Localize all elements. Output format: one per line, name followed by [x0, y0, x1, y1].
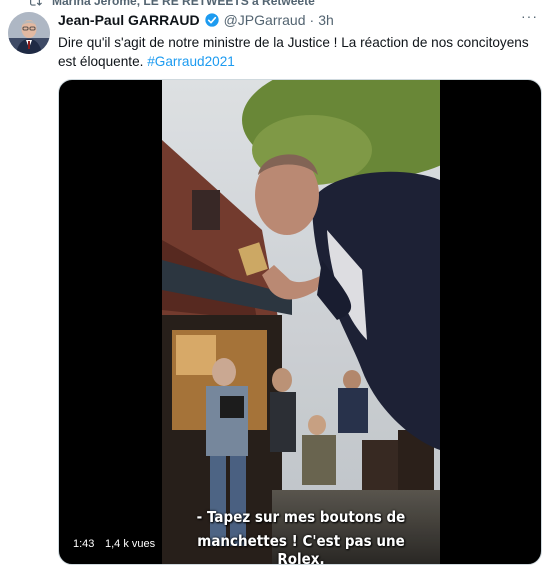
author-handle[interactable]: @JPGarraud: [224, 12, 306, 28]
tweet-timestamp[interactable]: 3h: [318, 12, 334, 28]
video-scene-image: [162, 80, 440, 564]
video-frame: [162, 80, 440, 564]
video-duration: 1:43: [73, 538, 95, 550]
avatar[interactable]: [8, 12, 50, 54]
hashtag-link[interactable]: #Garraud2021: [147, 54, 235, 69]
video-view-count: 1,4 k vues: [105, 538, 156, 550]
tweet-header: Jean-Paul GARRAUD @JPGarraud · 3h ···: [58, 8, 538, 30]
author-name[interactable]: Jean-Paul GARRAUD: [58, 12, 200, 28]
verified-badge-icon: [204, 13, 219, 27]
more-options-icon[interactable]: ···: [521, 8, 538, 24]
tweet-body: Dire qu'il s'agit de notre ministre de l…: [58, 35, 529, 69]
retweet-icon: [30, 0, 42, 6]
retweet-label: Marina Jérôme, LE RÉ RETWEETS a Retweeté: [52, 0, 315, 8]
tweet-text: Dire qu'il s'agit de notre ministre de l…: [58, 33, 544, 71]
video-player[interactable]: - Tapez sur mes boutons de manchettes ! …: [58, 79, 542, 565]
video-subtitle-line-2: manchettes ! C'est pas une Rolex.: [197, 532, 405, 565]
video-subtitle-line-1: - Tapez sur mes boutons de: [196, 508, 406, 526]
separator-dot: ·: [309, 12, 315, 28]
retweet-context[interactable]: Marina Jérôme, LE RÉ RETWEETS a Retweeté: [28, 0, 315, 10]
